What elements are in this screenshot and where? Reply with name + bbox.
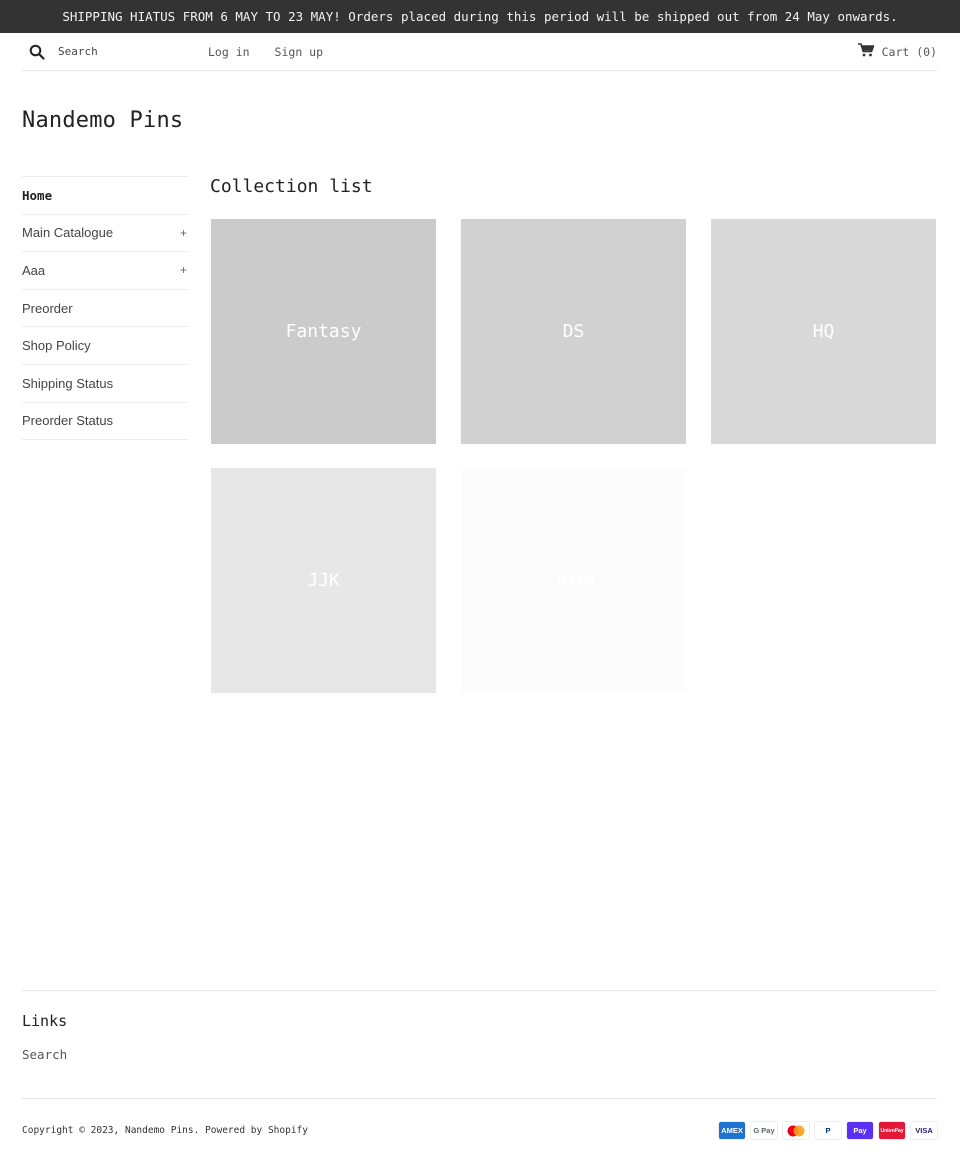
sidebar-item-label: Aaa — [22, 262, 46, 278]
shop-name-link[interactable]: Nandemo Pins — [125, 1125, 194, 1136]
sidebar-item-label: Shipping Status — [22, 375, 114, 391]
collection-title: DS — [562, 321, 585, 342]
footer-links-heading: Links — [22, 1012, 68, 1030]
sidebar-item-preorder[interactable]: Preorder — [22, 290, 188, 328]
sidebar-item-label: Home — [22, 187, 53, 203]
collection-tile-jojo[interactable]: JOJO — [461, 468, 686, 693]
copyright-text: Copyright © 2023, Nandemo Pins. Powered … — [22, 1125, 308, 1136]
site-title[interactable]: Nandemo Pins — [22, 108, 183, 133]
sidebar-item-main-catalogue[interactable]: Main Catalogue + — [22, 215, 188, 253]
top-bar: Log in Sign up Cart (0) — [22, 33, 937, 71]
collection-title: JJK — [307, 570, 340, 591]
search-input[interactable] — [58, 45, 198, 58]
sidebar-item-home[interactable]: Home — [22, 177, 188, 215]
sidebar-item-label: Preorder — [22, 300, 73, 316]
shop-pay-icon: Pay — [846, 1121, 874, 1140]
footer-link-search[interactable]: Search — [22, 1047, 67, 1062]
search-icon[interactable] — [26, 41, 48, 63]
expand-plus-icon[interactable]: + — [180, 263, 188, 277]
collection-title: JOJO — [551, 570, 596, 591]
sidebar-item-aaa[interactable]: Aaa + — [22, 252, 188, 290]
sidebar-item-label: Shop Policy — [22, 338, 91, 354]
amex-icon: AMEX — [718, 1121, 746, 1140]
sidebar-item-label: Main Catalogue — [22, 225, 114, 241]
signup-link[interactable]: Sign up — [275, 45, 323, 59]
collection-tile-ds[interactable]: DS — [461, 219, 686, 444]
sidebar-item-shop-policy[interactable]: Shop Policy — [22, 327, 188, 365]
payment-icons: AMEX G Pay P Pay UnionPay VISA — [718, 1121, 938, 1140]
sidebar-item-preorder-status[interactable]: Preorder Status — [22, 403, 188, 441]
footer-divider — [22, 990, 937, 991]
unionpay-icon: UnionPay — [878, 1121, 906, 1140]
footer-divider — [22, 1098, 937, 1099]
mastercard-icon — [782, 1121, 810, 1140]
sidebar-nav: Home Main Catalogue + Aaa + Preorder Sho… — [22, 176, 188, 441]
cart-link[interactable]: Cart (0) — [857, 43, 937, 60]
page-title: Collection list — [210, 176, 373, 197]
cart-icon — [857, 43, 875, 60]
collection-tile-hq[interactable]: HQ — [711, 219, 936, 444]
collection-tile-jjk[interactable]: JJK — [211, 468, 436, 693]
login-link[interactable]: Log in — [208, 45, 250, 59]
paypal-icon: P — [814, 1121, 842, 1140]
visa-icon: VISA — [910, 1121, 938, 1140]
google-pay-icon: G Pay — [750, 1121, 778, 1140]
expand-plus-icon[interactable]: + — [180, 226, 188, 240]
announcement-bar: SHIPPING HIATUS FROM 6 MAY TO 23 MAY! Or… — [0, 0, 960, 33]
sidebar-item-shipping-status[interactable]: Shipping Status — [22, 365, 188, 403]
cart-label: Cart (0) — [881, 44, 937, 59]
collection-tile-fantasy[interactable]: Fantasy — [211, 219, 436, 444]
collection-title: HQ — [812, 321, 835, 342]
copyright-prefix: Copyright © 2023, — [22, 1125, 120, 1136]
sidebar-item-label: Preorder Status — [22, 413, 114, 429]
powered-by-text: . Powered by Shopify — [193, 1125, 308, 1136]
collection-title: Fantasy — [285, 321, 362, 342]
